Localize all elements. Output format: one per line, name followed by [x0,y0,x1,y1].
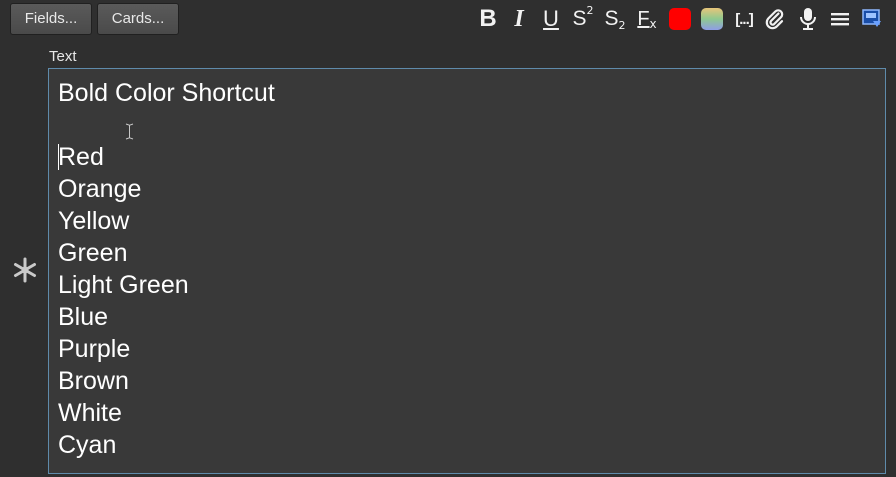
subscript-base: S [604,7,619,30]
field-line [58,109,885,141]
field-line: Brown [58,367,129,395]
field-line: Bold Color Shortcut [58,79,275,107]
underline-icon[interactable]: U [538,6,564,32]
field-line: Blue [58,303,109,331]
field-line: Light Green [58,271,189,299]
underline-glyph: U [543,6,559,31]
field-line: Yellow [58,207,130,235]
microphone-icon[interactable] [795,6,821,32]
bold-glyph: B [479,5,497,32]
field-label: Text [49,48,77,65]
text-color-icon[interactable] [667,6,693,32]
fields-button[interactable]: Fields... [10,3,92,35]
italic-icon[interactable]: I [506,6,532,32]
clear-format-mark: x [649,17,657,31]
clear-format-base: F [637,7,650,30]
editor-toolbar: Fields... Cards... B I U S2 S2 Fx [...] [0,0,896,38]
superscript-base: S [572,7,587,30]
superscript-mark: 2 [586,3,594,17]
field-line: Purple [58,335,131,363]
cloze-glyph: [...] [735,10,753,28]
subscript-mark: 2 [618,18,626,32]
field-line: Green [58,239,128,267]
field-line: Cyan [58,431,117,459]
clear-format-icon[interactable]: Fx [634,6,660,32]
more-icon[interactable] [827,6,853,32]
attach-icon[interactable] [762,6,788,32]
superscript-icon[interactable]: S2 [570,3,596,32]
subscript-icon[interactable]: S2 [602,6,628,32]
field-line: Red [58,143,104,171]
field-line: White [58,399,122,427]
cloze-icon[interactable]: [...] [730,6,758,32]
html-editor-icon[interactable] [859,6,885,32]
snowflake-icon[interactable] [11,256,39,284]
cards-button[interactable]: Cards... [97,3,179,35]
ibeam-cursor-icon [125,123,134,140]
text-field-editor[interactable]: Bold Color Shortcut Red Orange Yellow Gr… [48,68,886,474]
highlight-color-swatch [701,8,723,30]
field-line: Orange [58,175,142,203]
text-color-swatch [669,8,691,30]
text-caret [58,144,59,170]
italic-glyph: I [514,5,524,32]
highlight-color-icon[interactable] [699,6,725,32]
bold-icon[interactable]: B [475,5,501,32]
